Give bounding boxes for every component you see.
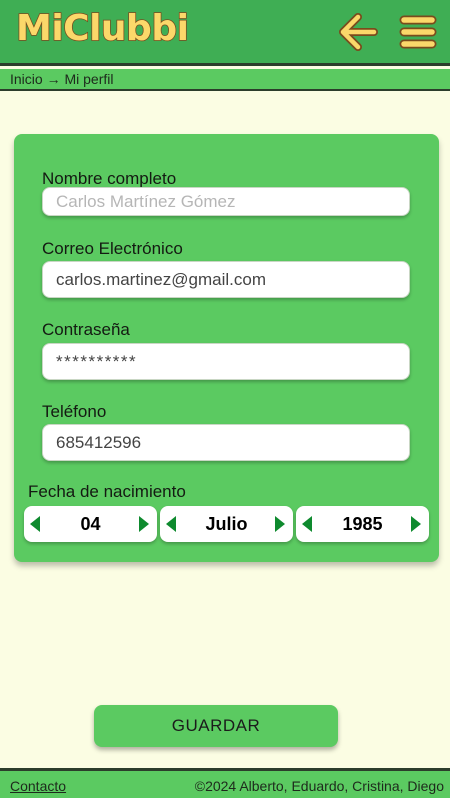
triangle-right-icon [411, 516, 421, 532]
password-input[interactable] [42, 343, 410, 380]
triangle-right-icon [275, 516, 285, 532]
name-input[interactable] [42, 187, 410, 216]
birth-month-spinner: Julio [160, 506, 293, 542]
day-increment-button[interactable] [138, 514, 152, 534]
year-increment-button[interactable] [410, 514, 424, 534]
triangle-left-icon [30, 516, 40, 532]
email-input[interactable] [42, 261, 410, 298]
contact-link[interactable]: Contacto [10, 778, 66, 794]
phone-label: Teléfono [42, 402, 107, 421]
app-header: MiClubbi [0, 0, 450, 66]
breadcrumb[interactable]: Inicio → Mi perfil [0, 69, 450, 91]
birth-year-spinner: 1985 [296, 506, 429, 542]
menu-button[interactable] [398, 12, 438, 52]
password-label: Contraseña [42, 320, 130, 339]
month-decrement-button[interactable] [165, 514, 179, 534]
phone-input[interactable] [42, 424, 410, 461]
app-footer: Contacto ©2024 Alberto, Eduardo, Cristin… [0, 768, 450, 798]
arrow-left-icon [339, 13, 378, 51]
triangle-right-icon [139, 516, 149, 532]
birth-month-value: Julio [205, 513, 248, 534]
back-button[interactable] [338, 12, 378, 52]
triangle-left-icon [302, 516, 312, 532]
birth-day-value: 04 [80, 513, 101, 534]
birth-day-spinner: 04 [24, 506, 157, 542]
email-label: Correo Electrónico [42, 239, 183, 258]
birth-year-value: 1985 [342, 513, 383, 534]
profile-form-card: Nombre completo Correo Electrónico Contr… [14, 134, 439, 562]
birthdate-label: Fecha de nacimiento [28, 482, 186, 501]
triangle-left-icon [166, 516, 176, 532]
app-logo[interactable]: MiClubbi [15, 7, 189, 50]
day-decrement-button[interactable] [29, 514, 43, 534]
name-label: Nombre completo [42, 169, 177, 188]
hamburger-menu-icon [399, 15, 437, 49]
save-button[interactable]: GUARDAR [94, 705, 338, 747]
month-increment-button[interactable] [274, 514, 288, 534]
year-decrement-button[interactable] [301, 514, 315, 534]
copyright-text: ©2024 Alberto, Eduardo, Cristina, Diego [194, 778, 444, 794]
